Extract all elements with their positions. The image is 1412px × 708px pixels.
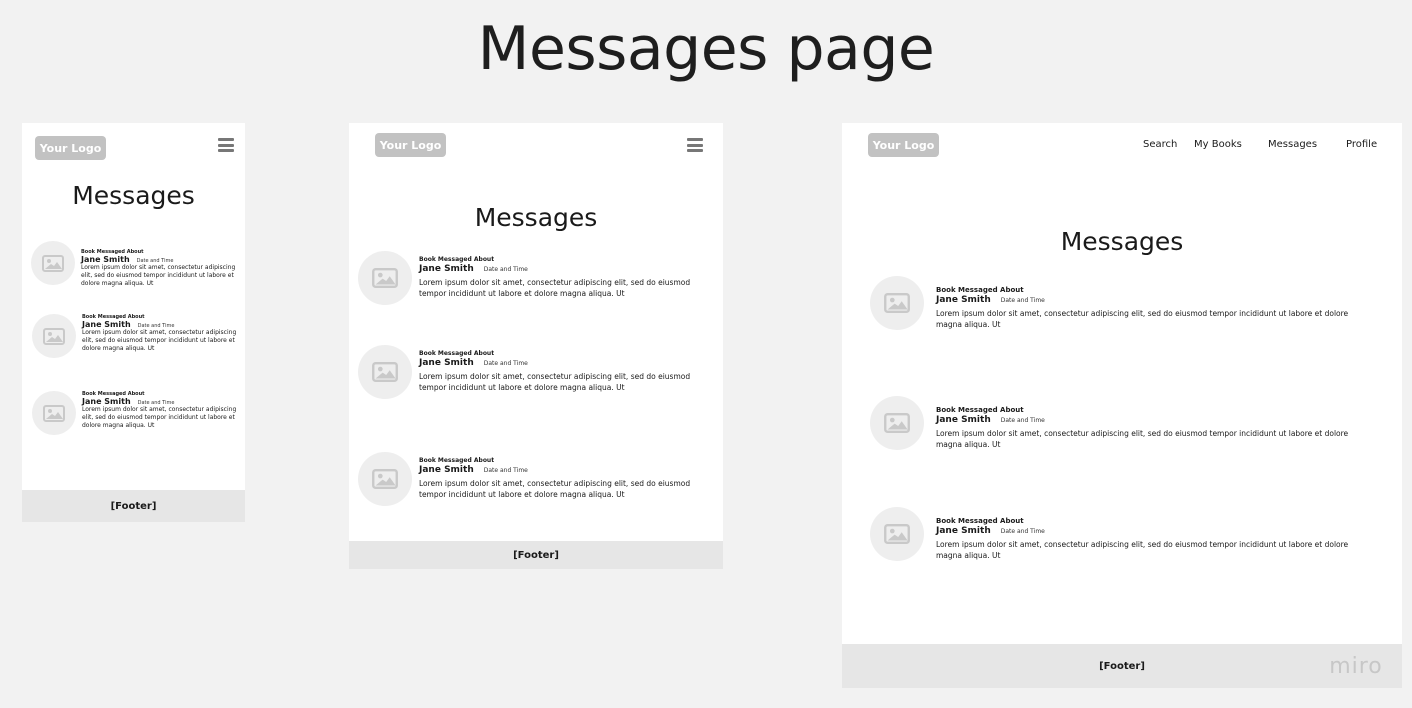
sender-name: Jane Smith — [82, 397, 131, 406]
image-placeholder-icon — [870, 396, 924, 450]
page-heading: Messages — [72, 181, 195, 210]
image-placeholder-icon — [32, 391, 76, 435]
image-placeholder-icon — [358, 251, 412, 305]
sender-name: Jane Smith — [81, 255, 130, 264]
sender-name: Jane Smith — [936, 295, 991, 305]
book-title: Book Messaged About — [936, 406, 1024, 414]
book-title: Book Messaged About — [419, 457, 495, 464]
message-datetime: Date and Time — [483, 467, 528, 474]
message-preview: Lorem ipsum dolor sit amet, consectetur … — [419, 479, 691, 499]
image-placeholder-icon — [870, 507, 924, 561]
message-item[interactable]: Book Messaged About Jane Smith Date and T… — [32, 391, 237, 435]
sender-name: Jane Smith — [936, 415, 991, 425]
message-item[interactable]: Book Messaged About Jane Smith Date and T… — [31, 241, 236, 288]
nav-profile[interactable]: Profile — [1346, 139, 1377, 150]
logo[interactable]: Your Logo — [35, 136, 106, 160]
tablet-frame: Your Logo Messages Book Messaged About J… — [349, 123, 723, 569]
footer: [Footer] — [22, 490, 245, 522]
message-preview: Lorem ipsum dolor sit amet, consectetur … — [419, 372, 691, 392]
footer: [Footer] — [842, 644, 1402, 688]
footer: [Footer] — [349, 541, 723, 569]
book-title: Book Messaged About — [936, 517, 1024, 525]
nav-my-books[interactable]: My Books — [1194, 139, 1242, 150]
page-heading: Messages — [1060, 227, 1184, 256]
desktop-frame: Your Logo Search My Books Messages Profi… — [842, 123, 1402, 688]
sender-name: Jane Smith — [936, 526, 991, 536]
hamburger-menu-icon[interactable] — [687, 138, 703, 152]
message-datetime: Date and Time — [1000, 417, 1045, 424]
book-title: Book Messaged About — [419, 350, 495, 357]
book-title: Book Messaged About — [936, 286, 1024, 294]
nav-messages[interactable]: Messages — [1268, 139, 1317, 150]
sender-name: Jane Smith — [419, 358, 474, 368]
message-item[interactable]: Book Messaged About Jane Smith Date and T… — [870, 396, 1370, 450]
logo[interactable]: Your Logo — [375, 133, 446, 157]
message-datetime: Date and Time — [1000, 297, 1045, 304]
message-preview: Lorem ipsum dolor sit amet, consectetur … — [82, 329, 237, 352]
board-title: Messages page — [477, 14, 935, 84]
message-preview: Lorem ipsum dolor sit amet, consectetur … — [936, 309, 1349, 329]
message-item[interactable]: Book Messaged About Jane Smith Date and T… — [870, 507, 1370, 561]
message-datetime: Date and Time — [483, 266, 528, 273]
sender-name: Jane Smith — [419, 465, 474, 475]
image-placeholder-icon — [32, 314, 76, 358]
message-datetime: Date and Time — [483, 360, 528, 367]
message-preview: Lorem ipsum dolor sit amet, consectetur … — [936, 429, 1349, 449]
message-item[interactable]: Book Messaged About Jane Smith Date and T… — [358, 251, 708, 305]
message-item[interactable]: Book Messaged About Jane Smith Date and T… — [358, 452, 708, 506]
message-datetime: Date and Time — [1000, 528, 1045, 535]
message-preview: Lorem ipsum dolor sit amet, consectetur … — [82, 406, 237, 429]
message-preview: Lorem ipsum dolor sit amet, consectetur … — [81, 264, 236, 287]
message-preview: Lorem ipsum dolor sit amet, consectetur … — [419, 278, 691, 298]
sender-name: Jane Smith — [419, 264, 474, 274]
image-placeholder-icon — [358, 452, 412, 506]
message-preview: Lorem ipsum dolor sit amet, consectetur … — [936, 540, 1349, 560]
message-item[interactable]: Book Messaged About Jane Smith Date and T… — [358, 345, 708, 399]
miro-watermark: miro — [1324, 650, 1388, 682]
page-heading: Messages — [474, 203, 598, 232]
image-placeholder-icon — [870, 276, 924, 330]
image-placeholder-icon — [31, 241, 75, 285]
logo[interactable]: Your Logo — [868, 133, 939, 157]
mobile-frame: Your Logo Messages Book Messaged About J… — [22, 123, 245, 522]
book-title: Book Messaged About — [419, 256, 495, 263]
hamburger-menu-icon[interactable] — [218, 138, 234, 152]
nav-search[interactable]: Search — [1143, 139, 1177, 150]
message-item[interactable]: Book Messaged About Jane Smith Date and T… — [32, 314, 237, 358]
message-item[interactable]: Book Messaged About Jane Smith Date and T… — [870, 276, 1370, 330]
image-placeholder-icon — [358, 345, 412, 399]
sender-name: Jane Smith — [82, 320, 131, 329]
